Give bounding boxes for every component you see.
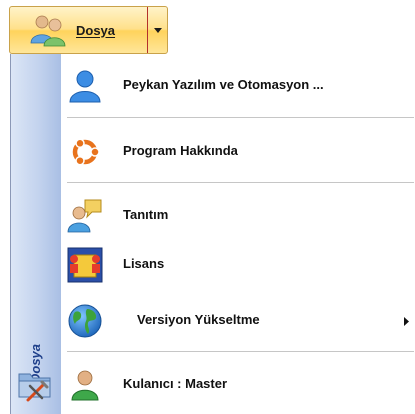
- menu-separator: [67, 117, 414, 118]
- user-green-icon: [71, 370, 99, 401]
- menu-item-label: Lisans: [123, 256, 165, 271]
- globe-icon: [68, 304, 102, 338]
- submenu-arrow-icon: [404, 317, 409, 326]
- user-icon: [69, 70, 101, 103]
- dosya-split-button: Dosya: [9, 6, 168, 54]
- menu-item-label: Versiyon Yükseltme: [137, 312, 260, 327]
- menu-item-lisans[interactable]: Lisans: [61, 243, 414, 287]
- folder-tools-icon: [18, 373, 51, 402]
- menu-item-label: Peykan Yazılım ve Otomasyon ...: [123, 77, 324, 92]
- menu-item-program-hakkinda[interactable]: Program Hakkında: [61, 130, 414, 174]
- ubuntu-ring-icon: [72, 138, 100, 166]
- menu-item-versiyon-yukseltme[interactable]: Versiyon Yükseltme: [61, 299, 414, 343]
- menu-item-label: Tanıtım: [123, 207, 169, 222]
- license-icon: [67, 247, 103, 283]
- chevron-down-icon: [153, 27, 162, 33]
- dosya-dropdown-menu: Dosya Peykan Yazılım ve Otomasyon ... Pr…: [10, 54, 414, 414]
- chat-user-icon: [67, 199, 102, 233]
- menu-item-kullanici[interactable]: Kulanıcı : Master: [61, 363, 414, 407]
- dosya-button[interactable]: Dosya: [10, 7, 147, 53]
- menu-separator: [67, 182, 414, 183]
- menu-item-peykan[interactable]: Peykan Yazılım ve Otomasyon ...: [61, 64, 414, 108]
- dosya-button-label: Dosya: [76, 22, 116, 38]
- users-icon: [30, 15, 66, 47]
- menu-side-strip: Dosya: [11, 54, 61, 414]
- menu-item-tanitim[interactable]: Tanıtım: [61, 194, 414, 238]
- dosya-dropdown-toggle[interactable]: [148, 7, 167, 53]
- menu-item-label: Program Hakkında: [123, 143, 238, 158]
- menu-item-label: Kulanıcı : Master: [123, 376, 228, 391]
- menu-separator: [67, 351, 414, 352]
